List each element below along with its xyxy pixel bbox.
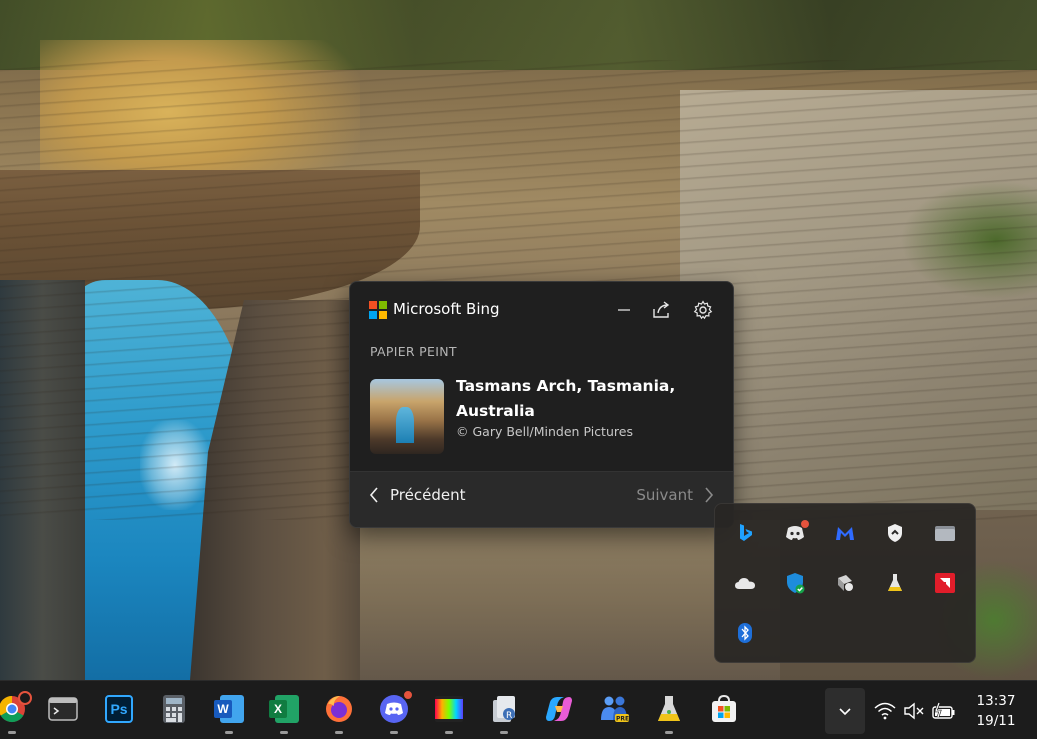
folder-icon[interactable]: [933, 521, 957, 545]
system-clock[interactable]: 13:37 19/11: [966, 691, 1026, 731]
chevron-left-icon: [369, 487, 378, 503]
wallpaper-thumbnail[interactable]: [370, 379, 444, 454]
teams-app-icon[interactable]: PRE: [598, 693, 630, 725]
previous-button[interactable]: Précédent: [368, 486, 465, 504]
firefox-app-icon[interactable]: [323, 693, 355, 734]
popup-footer: Précédent Suivant: [350, 471, 733, 527]
photoshop-label: Ps: [110, 701, 128, 717]
share-icon: [653, 301, 670, 318]
microsoft-logo-icon: [369, 301, 387, 319]
next-label: Suivant: [636, 486, 693, 504]
bing-wallpaper-popup: Microsoft Bing PAPIER PEINT Tasmans Arch…: [349, 281, 734, 528]
next-button[interactable]: Suivant: [636, 486, 715, 504]
media-player-app-icon[interactable]: [433, 693, 465, 734]
wifi-icon[interactable]: [873, 700, 897, 722]
discord-tray-icon[interactable]: [783, 520, 809, 545]
bing-icon[interactable]: [733, 521, 757, 545]
gear-icon: [693, 300, 713, 320]
photoshop-app-icon[interactable]: Ps: [103, 693, 135, 725]
share-button[interactable]: [650, 298, 674, 322]
windows-security-icon[interactable]: [783, 571, 807, 595]
chevron-right-icon: [705, 487, 714, 503]
image-title[interactable]: Tasmans Arch, Tasmania, Australia: [456, 374, 716, 424]
word-app-icon[interactable]: W: [213, 693, 245, 734]
microsoft-store-app-icon[interactable]: [708, 693, 740, 725]
tray-overflow-flyout: [714, 503, 976, 663]
chrome-app-icon[interactable]: [0, 691, 32, 734]
app-title: Microsoft Bing: [393, 300, 500, 318]
excel-label: X: [273, 702, 282, 716]
vpn-shield-icon[interactable]: [883, 521, 907, 545]
popup-header: Microsoft Bing: [350, 282, 733, 338]
file-manager-app-icon[interactable]: R: [488, 693, 520, 734]
clock-date: 19/11: [976, 713, 1016, 729]
image-credit: © Gary Bell/Minden Pictures: [456, 424, 633, 439]
svg-text:R: R: [506, 711, 512, 721]
notification-badge: [402, 689, 414, 701]
amd-icon[interactable]: [933, 571, 957, 595]
bluetooth-icon[interactable]: [733, 621, 757, 645]
clock-time: 13:37: [976, 693, 1016, 709]
volume-muted-icon[interactable]: [902, 700, 926, 722]
settings-button[interactable]: [691, 298, 715, 322]
word-label: W: [217, 702, 229, 716]
minimize-icon: [618, 309, 630, 311]
malwarebytes-icon[interactable]: [833, 521, 857, 545]
flask-app-icon[interactable]: [653, 693, 685, 734]
battery-charging-icon[interactable]: [932, 700, 956, 722]
flask-icon[interactable]: [883, 571, 907, 595]
excel-app-icon[interactable]: X: [268, 693, 300, 734]
calculator-app-icon[interactable]: [158, 693, 190, 725]
printer-app-icon[interactable]: [833, 571, 857, 595]
copilot-app-icon[interactable]: [543, 693, 575, 725]
onedrive-icon[interactable]: [733, 571, 757, 595]
previous-label: Précédent: [390, 486, 466, 504]
terminal-app-icon[interactable]: [47, 693, 79, 725]
section-label: PAPIER PEINT: [370, 344, 457, 359]
discord-app-icon[interactable]: [378, 689, 414, 734]
taskbar: Ps W X R PRE 13:37 19/11: [0, 680, 1037, 739]
minimize-button[interactable]: [612, 298, 636, 322]
show-hidden-icons-button[interactable]: [825, 688, 865, 734]
chevron-down-icon: [839, 708, 851, 716]
svg-text:PRE: PRE: [616, 716, 629, 723]
